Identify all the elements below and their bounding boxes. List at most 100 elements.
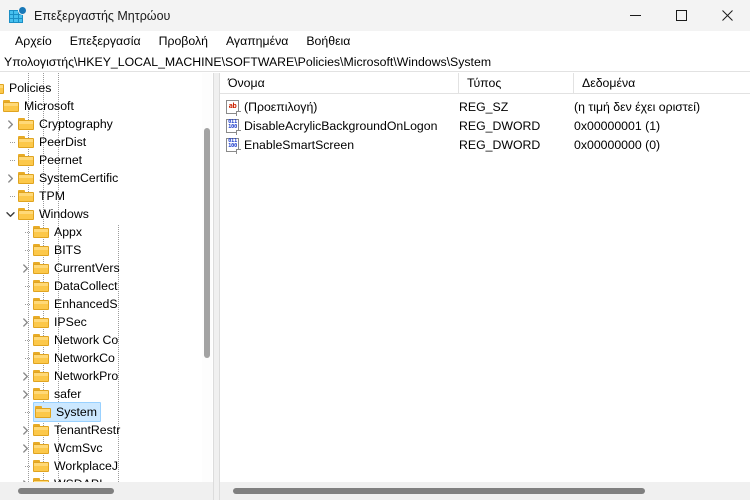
tree-item-safer[interactable]: safer [17, 385, 81, 403]
tree-scroll-thumb[interactable] [204, 128, 210, 358]
address-bar[interactable]: Υπολογιστής\HKEY_LOCAL_MACHINE\SOFTWARE\… [0, 52, 750, 72]
tree-item-cryptography[interactable]: Cryptography [2, 115, 113, 133]
value-type: REG_SZ [459, 100, 509, 114]
tree-item-label: NetworkPro [54, 369, 119, 383]
folder-icon [18, 153, 35, 167]
minimize-button[interactable] [612, 0, 658, 31]
menu-item-help[interactable]: Βοήθεια [297, 32, 359, 51]
value-row[interactable]: 011 100 EnableSmartScreen REG_DWORD 0x000000… [220, 136, 750, 155]
tree-item-tenantrestr[interactable]: TenantRestr [17, 421, 120, 439]
registry-editor-icon [9, 6, 26, 24]
tree-item-content: SystemCertific [18, 169, 118, 187]
tree-item-content: Microsoft [3, 97, 74, 115]
folder-icon [18, 171, 35, 185]
menu-item-edit[interactable]: Επεξεργασία [61, 32, 150, 51]
tree-item-peernet[interactable]: Peernet [2, 151, 82, 169]
tree-item-wsdapi[interactable]: WSDAPI [17, 475, 103, 482]
value-name: (Προεπιλογή) [244, 100, 318, 114]
tree-item-content: TPM [18, 187, 65, 205]
chevron-right-icon[interactable] [17, 385, 33, 403]
menu-item-view[interactable]: Προβολή [150, 32, 217, 51]
column-header-data[interactable]: Δεδομένα [574, 73, 750, 93]
tree-connector-stub [17, 295, 33, 313]
value-data: (η τιμή δεν έχει οριστεί) [574, 100, 701, 114]
tree-item-tpm[interactable]: TPM [2, 187, 65, 205]
tree-item-system[interactable]: System [17, 402, 101, 422]
chevron-down-icon[interactable] [2, 205, 18, 223]
tree-vertical-scrollbar[interactable] [202, 73, 212, 482]
column-header-type[interactable]: Τύπος [459, 73, 574, 93]
chevron-right-icon[interactable] [17, 439, 33, 457]
tree-item-currentvers[interactable]: CurrentVers [17, 259, 120, 277]
chevron-right-icon[interactable] [2, 169, 18, 187]
registry-tree-pane[interactable]: Policies Microsoft Cryptography PeerDist Pee… [0, 73, 213, 482]
tree-item-ipsec[interactable]: IPSec [17, 313, 87, 331]
tree-item-networkco[interactable]: NetworkCo [17, 349, 115, 367]
tree-item-microsoft[interactable]: Microsoft [0, 97, 74, 115]
registry-values-pane[interactable]: Όνομα Τύπος Δεδομένα ab (Προεπιλογή) REG_S… [220, 73, 750, 482]
tree-item-content: IPSec [33, 313, 87, 331]
menu-item-file[interactable]: Αρχείο [6, 32, 61, 51]
folder-icon [18, 117, 35, 131]
tree-item-label: Microsoft [24, 99, 74, 113]
chevron-right-icon[interactable] [17, 367, 33, 385]
list-horizontal-scroll-thumb[interactable] [233, 488, 645, 494]
tree-horizontal-scroll-thumb[interactable] [18, 488, 114, 494]
folder-icon [33, 315, 50, 329]
tree-item-network-co[interactable]: Network Co [17, 331, 118, 349]
tree-item-label: Windows [39, 207, 89, 221]
menu-bar: Αρχείο Επεξεργασία Προβολή Αγαπημένα Βοή… [0, 31, 750, 52]
value-type: REG_DWORD [459, 138, 541, 152]
folder-icon [33, 225, 50, 239]
tree-item-datacollect[interactable]: DataCollect [17, 277, 118, 295]
chevron-right-icon[interactable] [17, 259, 33, 277]
tree-item-networkpro[interactable]: NetworkPro [17, 367, 118, 385]
tree-item-wcmsvc[interactable]: WcmSvc [17, 439, 103, 457]
chevron-right-icon[interactable] [17, 475, 33, 482]
column-header-row: Όνομα Τύπος Δεδομένα [220, 73, 750, 94]
tree-item-label: System [56, 405, 97, 419]
tree-item-content: Peernet [18, 151, 82, 169]
tree-item-policies[interactable]: Policies [0, 79, 51, 97]
menu-item-favorites[interactable]: Αγαπημένα [217, 32, 297, 51]
close-button[interactable] [704, 0, 750, 31]
value-row[interactable]: ab (Προεπιλογή) REG_SZ (η τιμή δεν έχει ορι… [220, 98, 750, 117]
tree-item-label: TenantRestr [54, 423, 121, 437]
tree-item-content: WSDAPI [33, 475, 103, 482]
folder-icon [33, 369, 50, 383]
chevron-right-icon[interactable] [17, 313, 33, 331]
tree-item-peerdist[interactable]: PeerDist [2, 133, 86, 151]
tree-item-content: EnhancedS [33, 295, 118, 313]
tree-item-windows[interactable]: Windows [2, 205, 89, 223]
tree-item-content: Cryptography [18, 115, 113, 133]
folder-icon [0, 81, 5, 95]
folder-icon [33, 261, 50, 275]
tree-item-label: IPSec [54, 315, 87, 329]
tree-item-enhanceds[interactable]: EnhancedS [17, 295, 118, 313]
tree-item-label: DataCollect [54, 279, 118, 293]
registry-tree: Policies Microsoft Cryptography PeerDist Pee… [0, 73, 213, 482]
tree-item-content: WorkplaceJ [33, 457, 118, 475]
tree-item-systemcertific[interactable]: SystemCertific [2, 169, 118, 187]
tree-item-label: WSDAPI [54, 475, 103, 482]
tree-connector-stub [17, 457, 33, 475]
reg-sz-icon: ab [226, 100, 241, 116]
value-row[interactable]: 011 100 DisableAcrylicBackgroundOnLogon REG… [220, 117, 750, 136]
tree-item-label: Policies [9, 81, 52, 95]
chevron-right-icon[interactable] [2, 115, 18, 133]
value-data: 0x00000000 (0) [574, 138, 661, 152]
title-bar: Επεξεργαστής Μητρώου [0, 0, 750, 31]
tree-item-workplacej[interactable]: WorkplaceJ [17, 457, 118, 475]
chevron-right-icon[interactable] [17, 421, 33, 439]
tree-item-bits[interactable]: BITS [17, 241, 81, 259]
pane-splitter[interactable] [213, 73, 220, 500]
tree-item-appx[interactable]: Appx [17, 223, 82, 241]
tree-item-label: TPM [39, 189, 65, 203]
value-name: DisableAcrylicBackgroundOnLogon [244, 119, 438, 133]
maximize-button[interactable] [658, 0, 704, 31]
tree-connector-stub [17, 349, 33, 367]
tree-item-label: Peernet [39, 153, 83, 167]
folder-icon [33, 351, 50, 365]
value-data: 0x00000001 (1) [574, 119, 661, 133]
column-header-name[interactable]: Όνομα [220, 73, 459, 93]
